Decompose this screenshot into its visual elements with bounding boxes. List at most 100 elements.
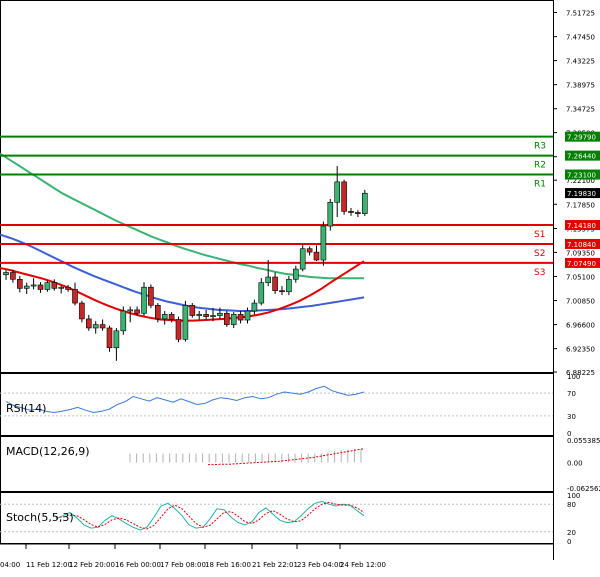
macd-tick-label: 0.055385 bbox=[567, 437, 600, 445]
pivot-price-label: 7.07490 bbox=[567, 260, 596, 268]
time-axis-label: 17 Feb 08:00 bbox=[160, 561, 206, 569]
candle-bull bbox=[251, 302, 258, 312]
candle-bull bbox=[299, 248, 306, 270]
time-axis-label: 12 Feb 20:00 bbox=[69, 561, 115, 569]
candle-bull bbox=[217, 312, 223, 316]
candle-bear bbox=[10, 272, 16, 280]
candle-bear bbox=[306, 248, 313, 253]
rsi-tick-label: 100 bbox=[567, 373, 580, 381]
time-axis-label: 16 Feb 00:00 bbox=[115, 561, 161, 569]
candle-bear bbox=[155, 305, 161, 320]
candle-bear bbox=[37, 284, 44, 290]
price-tick-label: 7.38975 bbox=[566, 82, 595, 90]
price-tick-label: 6.96600 bbox=[566, 322, 595, 330]
price-tick-label: 7.00850 bbox=[566, 298, 595, 306]
candle-bull bbox=[44, 282, 51, 290]
candle-bear bbox=[279, 290, 285, 293]
candle-bull bbox=[30, 284, 37, 287]
stoch-tick-label: 20 bbox=[567, 529, 576, 537]
time-axis-label: 23 Feb 04:00 bbox=[297, 561, 343, 569]
candle-bull bbox=[182, 305, 189, 340]
candle-bull bbox=[265, 276, 272, 283]
price-tick-label: 7.34725 bbox=[566, 106, 595, 114]
stoch-tick-label: 80 bbox=[567, 501, 576, 509]
candle-bull bbox=[230, 314, 237, 325]
candle-bear bbox=[51, 282, 58, 289]
candle-bull bbox=[92, 324, 99, 329]
candle-bear bbox=[175, 319, 182, 340]
candle-bull bbox=[292, 268, 299, 280]
rsi-tick-label: 30 bbox=[567, 413, 576, 421]
candle-bear bbox=[189, 305, 196, 316]
candle-bull bbox=[3, 272, 9, 276]
candle-bear bbox=[148, 286, 154, 306]
stoch-signal-line bbox=[56, 501, 365, 530]
candle-bull bbox=[127, 309, 133, 312]
candle-bull bbox=[23, 285, 30, 289]
candle-bear bbox=[134, 309, 140, 314]
price-tick-label: 7.09350 bbox=[566, 249, 595, 257]
candle-bear bbox=[272, 276, 278, 291]
candle-bull bbox=[161, 314, 168, 320]
candle-bear bbox=[348, 211, 354, 213]
pivot-name-r2: R2 bbox=[534, 161, 546, 171]
price-tick-label: 7.43225 bbox=[566, 58, 595, 66]
candle-bear bbox=[313, 251, 320, 261]
pivot-price-label: 7.10840 bbox=[567, 241, 596, 249]
price-tick-label: 7.05100 bbox=[566, 273, 595, 281]
macd-signal-line bbox=[208, 448, 365, 466]
candle-bear bbox=[99, 324, 106, 329]
rsi-line bbox=[5, 385, 365, 414]
pivot-name-s3: S3 bbox=[534, 268, 545, 278]
macd-title: MACD(12,26,9) bbox=[6, 445, 90, 458]
time-axis-label: 04:00 bbox=[0, 561, 20, 569]
pivot-price-label: 7.29790 bbox=[567, 134, 596, 142]
candle-bull bbox=[286, 278, 292, 293]
candle-bull bbox=[327, 201, 334, 227]
candle-bull bbox=[244, 310, 251, 321]
pivot-name-r3: R3 bbox=[534, 142, 546, 152]
candle-bear bbox=[341, 181, 347, 212]
pivot-price-label: 7.14180 bbox=[567, 222, 596, 230]
candle-bear bbox=[79, 302, 85, 320]
moving-average-red bbox=[0, 260, 365, 322]
candle-bull bbox=[361, 192, 368, 214]
stoch-tick-label: 0 bbox=[567, 538, 571, 546]
stoch-tick-label: 100 bbox=[567, 492, 580, 500]
candle-bear bbox=[203, 314, 209, 317]
candle-bear bbox=[65, 286, 71, 290]
rsi-title: RSI(14) bbox=[6, 402, 46, 415]
pivot-name-s2: S2 bbox=[534, 249, 545, 259]
moving-average-blue bbox=[0, 233, 365, 312]
rsi-tick-label: 70 bbox=[567, 390, 576, 398]
chart-root: R3 R2 R1 S1 S2 S3 RSI(14) MACD(12,26,9) Stoch… bbox=[0, 0, 600, 573]
time-axis-label: 18 Feb 16:00 bbox=[205, 561, 251, 569]
candle-bull bbox=[113, 330, 120, 349]
candle-bear bbox=[224, 312, 230, 325]
pivot-name-s1: S1 bbox=[534, 230, 545, 240]
time-axis-label: 21 Feb 22:01 bbox=[252, 561, 298, 569]
candle-bear bbox=[168, 314, 175, 320]
stoch-title: Stoch(5,5,3) bbox=[6, 511, 74, 524]
chart-svg: R3 R2 R1 S1 S2 S3 RSI(14) MACD(12,26,9) Stoch… bbox=[0, 0, 600, 569]
pivot-name-r1: R1 bbox=[534, 180, 546, 190]
candle-bull bbox=[320, 225, 327, 261]
current-price-label: 7.19830 bbox=[567, 190, 596, 198]
candle-bull bbox=[334, 181, 341, 203]
moving-average-green bbox=[0, 152, 364, 280]
pivot-price-label: 7.26440 bbox=[567, 153, 596, 161]
candle-bear bbox=[106, 327, 113, 349]
price-tick-label: 7.47450 bbox=[566, 34, 595, 42]
time-axis-label: 11 Feb 12:00 bbox=[26, 561, 72, 569]
candle-bear bbox=[86, 318, 92, 329]
price-tick-label: 7.17850 bbox=[566, 201, 595, 209]
candle-bear bbox=[16, 278, 23, 289]
candle-bear bbox=[355, 212, 361, 214]
price-tick-label: 7.51725 bbox=[566, 9, 595, 17]
candle-bull bbox=[141, 286, 147, 314]
macd-tick-label: 0.00 bbox=[567, 460, 583, 468]
candle-bull bbox=[196, 314, 202, 316]
candle-bear bbox=[237, 314, 244, 321]
candle-bull bbox=[58, 286, 65, 289]
price-tick-label: 6.92350 bbox=[566, 346, 595, 354]
